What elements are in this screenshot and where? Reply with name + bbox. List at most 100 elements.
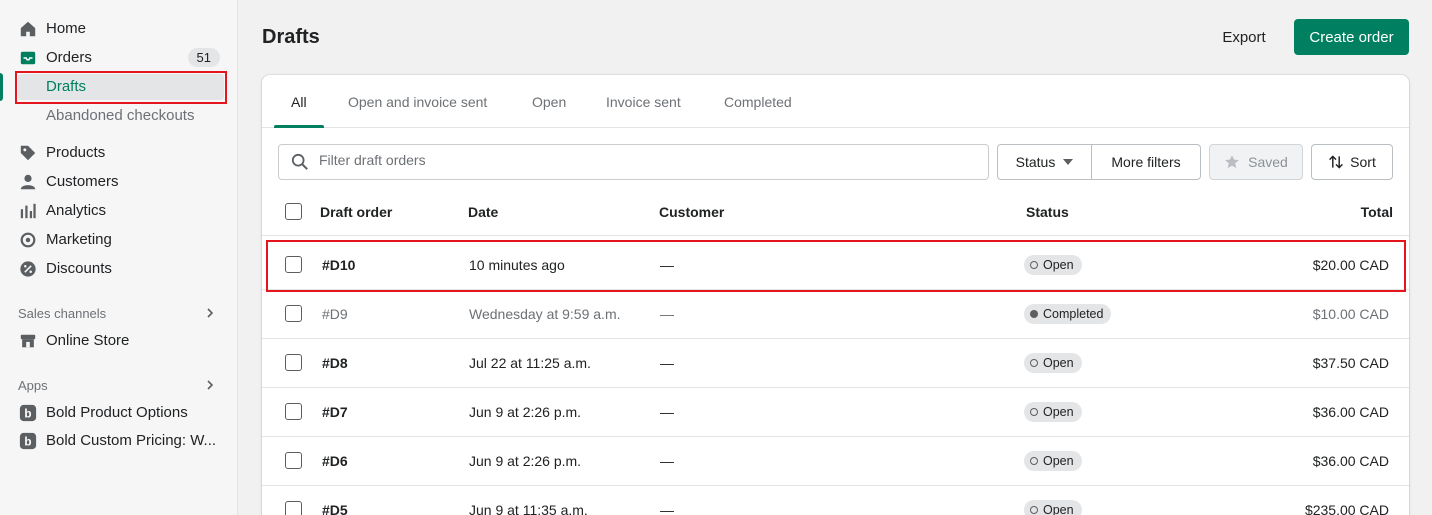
select-all-checkbox[interactable] [285,203,302,220]
table-header: Draft order Date Customer Status Total [262,188,1409,236]
sidebar-item-label: Bold Custom Pricing: W... [46,432,217,449]
page-title: Drafts [262,26,320,48]
sidebar-item-orders[interactable]: Orders 51 [0,43,237,72]
status-badge-label: Open [1043,356,1074,370]
open-status-icon [1030,457,1038,465]
bar-chart-icon [20,203,36,218]
person-icon [20,174,36,189]
row-date: Jun 9 at 2:26 p.m. [469,404,582,420]
search-icon [291,153,308,170]
status-badge-label: Open [1043,405,1074,419]
row-date: Jun 9 at 11:35 a.m. [469,502,588,515]
table-row[interactable]: #D5 Jun 9 at 11:35 a.m. — Open $235.00 C… [262,486,1409,515]
draft-order-id[interactable]: #D6 [322,453,348,469]
sidebar-item-label: Home [46,20,87,37]
export-button[interactable]: Export [1206,19,1282,55]
sidebar-item-label: Online Store [46,332,130,349]
chevron-right-icon[interactable] [205,308,215,318]
apps-heading: Apps [18,378,48,393]
sales-channels-heading: Sales channels [18,306,107,321]
star-icon [1225,155,1240,169]
chevron-right-icon[interactable] [205,380,215,390]
row-checkbox[interactable] [285,452,302,469]
column-header-total[interactable]: Total [1361,204,1393,220]
draft-order-id[interactable]: #D7 [322,404,348,420]
tabs-bar: All Open and invoice sent Open Invoice s… [262,75,1409,128]
svg-text:b: b [24,407,31,420]
sidebar-item-customers[interactable]: Customers [0,167,237,196]
status-badge: Open [1024,451,1082,471]
draft-order-id[interactable]: #D9 [322,306,348,322]
saved-button[interactable]: Saved [1209,144,1303,180]
row-checkbox[interactable] [285,501,302,515]
status-badge: Open [1024,500,1082,515]
column-header-customer[interactable]: Customer [659,204,724,220]
svg-text:b: b [24,435,31,448]
drafts-card: All Open and invoice sent Open Invoice s… [262,75,1409,515]
bold-app-icon: b [19,432,37,449]
sort-arrows-icon [1329,155,1344,169]
orders-count-badge: 51 [187,48,220,67]
row-checkbox[interactable] [285,403,302,420]
open-status-icon [1030,506,1038,514]
sidebar-item-discounts[interactable]: Discounts [0,254,237,283]
caret-down-icon [1063,159,1074,165]
draft-order-id[interactable]: #D8 [322,355,348,371]
sidebar-item-abandoned-checkouts[interactable]: Abandoned checkouts [0,101,237,130]
table-row[interactable]: #D9 Wednesday at 9:59 a.m. — Completed $… [262,290,1409,339]
row-checkbox[interactable] [285,354,302,371]
orders-icon [20,51,36,64]
tab-all[interactable]: All [291,75,307,128]
sidebar-item-label: Bold Product Options [46,404,188,421]
tag-icon [20,145,36,160]
status-badge: Open [1024,353,1082,373]
row-total: $10.00 CAD [1312,306,1389,322]
home-icon [20,21,36,36]
row-total: $235.00 CAD [1304,502,1389,515]
row-checkbox[interactable] [285,305,302,322]
status-badge: Open [1024,402,1082,422]
tab-invoice-sent[interactable]: Invoice sent [606,75,681,128]
tab-open-and-invoice-sent[interactable]: Open and invoice sent [348,75,487,128]
sidebar-item-label: Orders [46,49,92,66]
row-total: $37.50 CAD [1312,355,1389,371]
status-badge: Completed [1024,304,1112,324]
draft-order-id[interactable]: #D5 [322,502,348,515]
sort-label: Sort [1350,154,1376,170]
tab-completed[interactable]: Completed [724,75,792,128]
bold-app-icon: b [19,404,37,421]
target-icon [20,232,36,247]
sidebar-item-bold-product-options[interactable]: b Bold Product Options [0,398,237,427]
search-input[interactable] [319,152,969,168]
sidebar-item-marketing[interactable]: Marketing [0,225,237,254]
sidebar-item-label: Discounts [46,260,112,277]
sort-button[interactable]: Sort [1311,144,1393,180]
column-header-draft-order[interactable]: Draft order [320,204,392,220]
table-row[interactable]: #D8 Jul 22 at 11:25 a.m. — Open $37.50 C… [262,339,1409,388]
row-customer: — [660,355,674,371]
sidebar-item-analytics[interactable]: Analytics [0,196,237,225]
status-filter-button[interactable]: Status [997,144,1092,180]
sidebar-item-label: Products [46,144,106,161]
table-row[interactable]: #D7 Jun 9 at 2:26 p.m. — Open $36.00 CAD [262,388,1409,437]
column-header-status[interactable]: Status [1026,204,1069,220]
sidebar-item-online-store[interactable]: Online Store [0,326,237,355]
saved-label: Saved [1248,154,1288,170]
sidebar-item-label: Abandoned checkouts [46,107,195,124]
status-badge-label: Completed [1043,307,1104,321]
table-row[interactable]: #D6 Jun 9 at 2:26 p.m. — Open $36.00 CAD [262,437,1409,486]
sidebar-item-home[interactable]: Home [0,14,237,43]
more-filters-button[interactable]: More filters [1092,144,1201,180]
status-filter-label: Status [1015,154,1056,170]
sidebar-item-label: Analytics [46,202,107,219]
row-date: Jul 22 at 11:25 a.m. [469,355,591,371]
column-header-date[interactable]: Date [468,204,498,220]
row-total: $36.00 CAD [1312,404,1389,420]
sidebar-item-products[interactable]: Products [0,138,237,167]
search-box[interactable] [278,144,989,180]
highlight-box-drafts [15,71,227,104]
create-order-button[interactable]: Create order [1294,19,1409,55]
sidebar-item-bold-custom-pricing[interactable]: b Bold Custom Pricing: W... [0,426,237,455]
tab-open[interactable]: Open [532,75,566,128]
store-icon [20,334,36,347]
